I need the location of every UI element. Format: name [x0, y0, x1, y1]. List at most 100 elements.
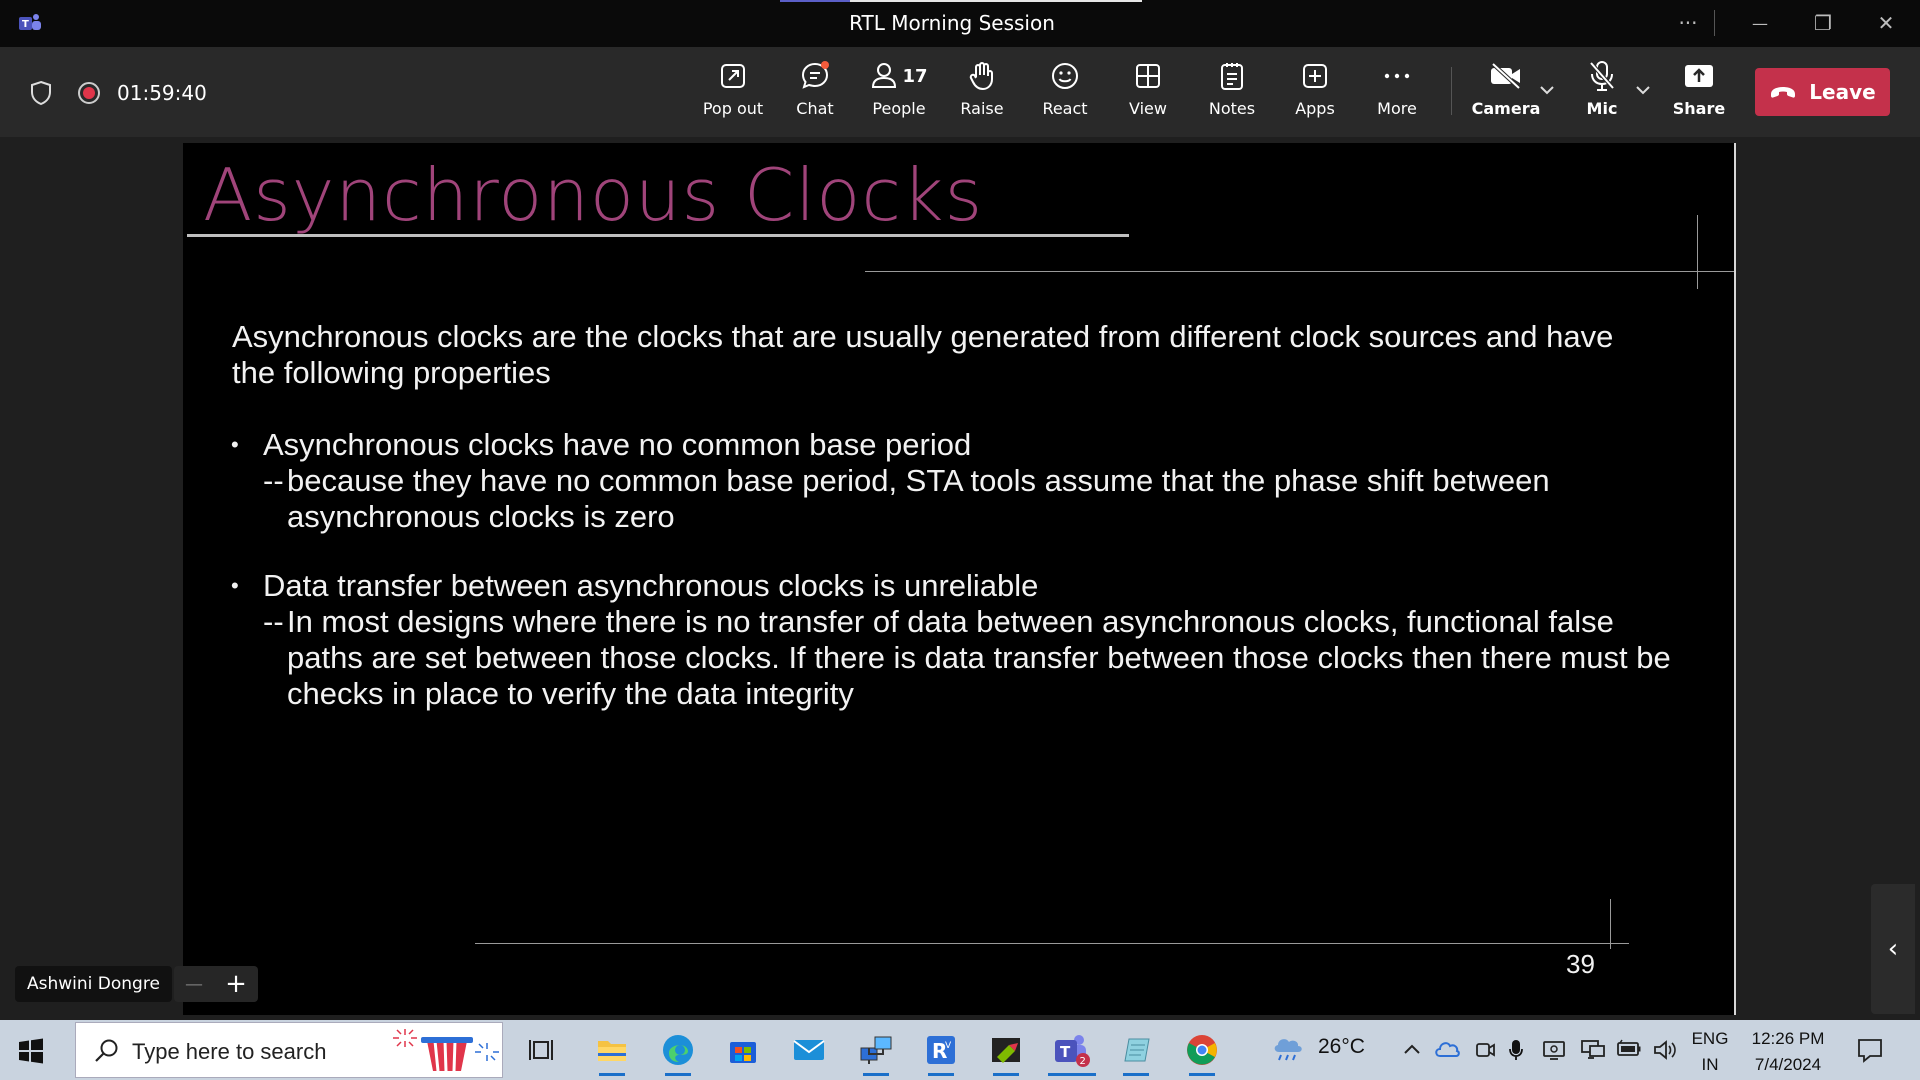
raise-label: Raise — [960, 99, 1004, 118]
mic-label: Mic — [1586, 99, 1618, 118]
people-count: 17 — [902, 65, 928, 87]
task-view-button[interactable] — [514, 1024, 568, 1076]
chrome-browser-icon — [1187, 1035, 1217, 1065]
notes-button[interactable]: Notes — [1202, 57, 1262, 127]
cloud-sync-icon[interactable] — [1434, 1038, 1460, 1060]
bullet-detail: -- In most designs where there is no tra… — [263, 604, 1683, 712]
bullet-detail: -- because they have no common base peri… — [263, 463, 1683, 535]
view-button[interactable]: View — [1118, 57, 1178, 127]
taskbar-app-teams[interactable]: T2 — [1045, 1024, 1099, 1076]
more-dots-icon — [1384, 73, 1410, 79]
microphone-in-use-icon[interactable] — [1508, 1038, 1524, 1062]
taskbar-app-rdp-client[interactable]: RV — [914, 1024, 968, 1076]
window-more-button[interactable]: ··· — [1668, 8, 1708, 38]
slide-intro-text: Asynchronous clocks are the clocks that … — [232, 319, 1614, 390]
side-panel-toggle-button[interactable]: ‹ — [1871, 884, 1915, 1014]
display-settings-icon[interactable] — [1542, 1038, 1566, 1062]
search-highlight-fireworks-icon[interactable] — [391, 1027, 501, 1075]
svg-text:T: T — [1060, 1043, 1071, 1061]
decorative-line — [1697, 215, 1698, 289]
minimize-button[interactable]: — — [1740, 8, 1780, 38]
leave-label: Leave — [1809, 80, 1876, 104]
notification-center-icon[interactable] — [1856, 1037, 1884, 1063]
footer-line — [475, 943, 1629, 944]
mail-icon — [793, 1040, 825, 1060]
taskbar-app-store[interactable] — [716, 1024, 770, 1076]
zoom-out-button[interactable]: — — [185, 974, 203, 995]
slide-title: Asynchronous Clocks — [203, 153, 984, 237]
camera-in-use-icon[interactable] — [1474, 1038, 1496, 1062]
remote-client-icon: RV — [927, 1036, 955, 1064]
taskbar-app-file-explorer[interactable] — [585, 1024, 639, 1076]
title-separator — [1714, 10, 1715, 36]
footer-line — [1610, 899, 1611, 949]
clock-date: 7/4/2024 — [1754, 1055, 1822, 1074]
edge-browser-icon — [663, 1035, 693, 1065]
show-hidden-icons-chevron-icon[interactable] — [1402, 1042, 1422, 1056]
share-label: Share — [1672, 99, 1726, 118]
taskbar-search-box[interactable]: Type here to search — [75, 1022, 503, 1078]
volume-icon[interactable] — [1652, 1038, 1678, 1062]
share-button[interactable]: Share — [1667, 57, 1731, 127]
taskbar-app-chrome[interactable] — [1175, 1024, 1229, 1076]
bullet-dot: • — [231, 432, 239, 457]
input-language-indicator[interactable]: ENG IN — [1690, 1026, 1730, 1078]
clock-time: 12:26 PM — [1751, 1029, 1825, 1048]
raise-hand-icon — [969, 62, 993, 90]
bullet-detail-text: In most designs where there is no transf… — [287, 604, 1671, 711]
taskbar-app-notepad[interactable] — [1109, 1024, 1163, 1076]
people-icon — [872, 63, 897, 88]
mic-off-icon — [1589, 61, 1615, 91]
apps-label: Apps — [1295, 99, 1335, 118]
chat-button[interactable]: Chat — [784, 57, 846, 127]
microsoft-store-icon — [730, 1042, 756, 1063]
weather-widget[interactable]: 26°C — [1270, 1032, 1365, 1062]
react-label: React — [1042, 99, 1088, 118]
camera-button[interactable]: Camera — [1472, 57, 1540, 127]
close-button[interactable]: ✕ — [1866, 8, 1906, 38]
bullet-dot: • — [231, 573, 239, 598]
zoom-control: — + — [174, 966, 258, 1002]
bullet-heading: Data transfer between asynchronous clock… — [263, 568, 1039, 603]
rain-cloud-icon — [1274, 1039, 1302, 1061]
camera-options-chevron-icon[interactable] — [1539, 85, 1555, 95]
chat-label: Chat — [796, 99, 834, 118]
svg-text:V: V — [945, 1041, 952, 1051]
apps-button[interactable]: Apps — [1285, 57, 1345, 127]
pop-out-icon — [721, 64, 745, 88]
shield-icon[interactable] — [30, 80, 52, 106]
react-button[interactable]: React — [1035, 57, 1095, 127]
network-icon[interactable] — [1580, 1038, 1606, 1060]
mic-options-chevron-icon[interactable] — [1635, 85, 1651, 95]
raise-hand-button[interactable]: Raise — [953, 57, 1011, 127]
teams-icon: T2 — [1055, 1035, 1090, 1067]
task-view-icon — [529, 1040, 553, 1060]
language-code: ENG — [1691, 1029, 1729, 1048]
battery-icon[interactable] — [1616, 1038, 1642, 1058]
bullet-detail-text: because they have no common base period,… — [287, 463, 1550, 534]
search-icon — [95, 1039, 118, 1062]
taskbar-app-edge[interactable] — [651, 1024, 705, 1076]
toolbar-separator — [1451, 67, 1452, 115]
pop-out-button[interactable]: Pop out — [700, 57, 766, 127]
bullet-dash: -- — [263, 463, 284, 498]
people-button[interactable]: 17 People — [866, 57, 932, 127]
more-button[interactable]: More — [1367, 57, 1427, 127]
mic-button[interactable]: Mic — [1574, 57, 1630, 127]
grid-view-icon — [1136, 64, 1160, 88]
people-label: People — [872, 99, 926, 118]
search-placeholder: Type here to search — [132, 1039, 327, 1064]
windows-start-icon[interactable] — [18, 1038, 44, 1064]
taskbar-app-mail[interactable] — [782, 1024, 836, 1076]
taskbar-app-remote-desktop[interactable] — [849, 1024, 903, 1076]
zoom-in-button[interactable]: + — [225, 969, 247, 999]
network-computers-icon — [860, 1036, 892, 1064]
taskbar-app-snipping-tool[interactable] — [979, 1024, 1033, 1076]
meeting-toolbar: 01:59:40 Pop out Chat 17 People Raise Re… — [0, 47, 1920, 137]
presentation-slide: Asynchronous Clocks Asynchronous clocks … — [183, 143, 1736, 1015]
taskbar-clock[interactable]: 12:26 PM 7/4/2024 — [1748, 1026, 1828, 1078]
recording-indicator-icon — [78, 82, 100, 104]
chat-icon — [801, 61, 829, 89]
leave-button[interactable]: Leave — [1755, 68, 1890, 116]
restore-button[interactable]: ❐ — [1803, 8, 1843, 38]
